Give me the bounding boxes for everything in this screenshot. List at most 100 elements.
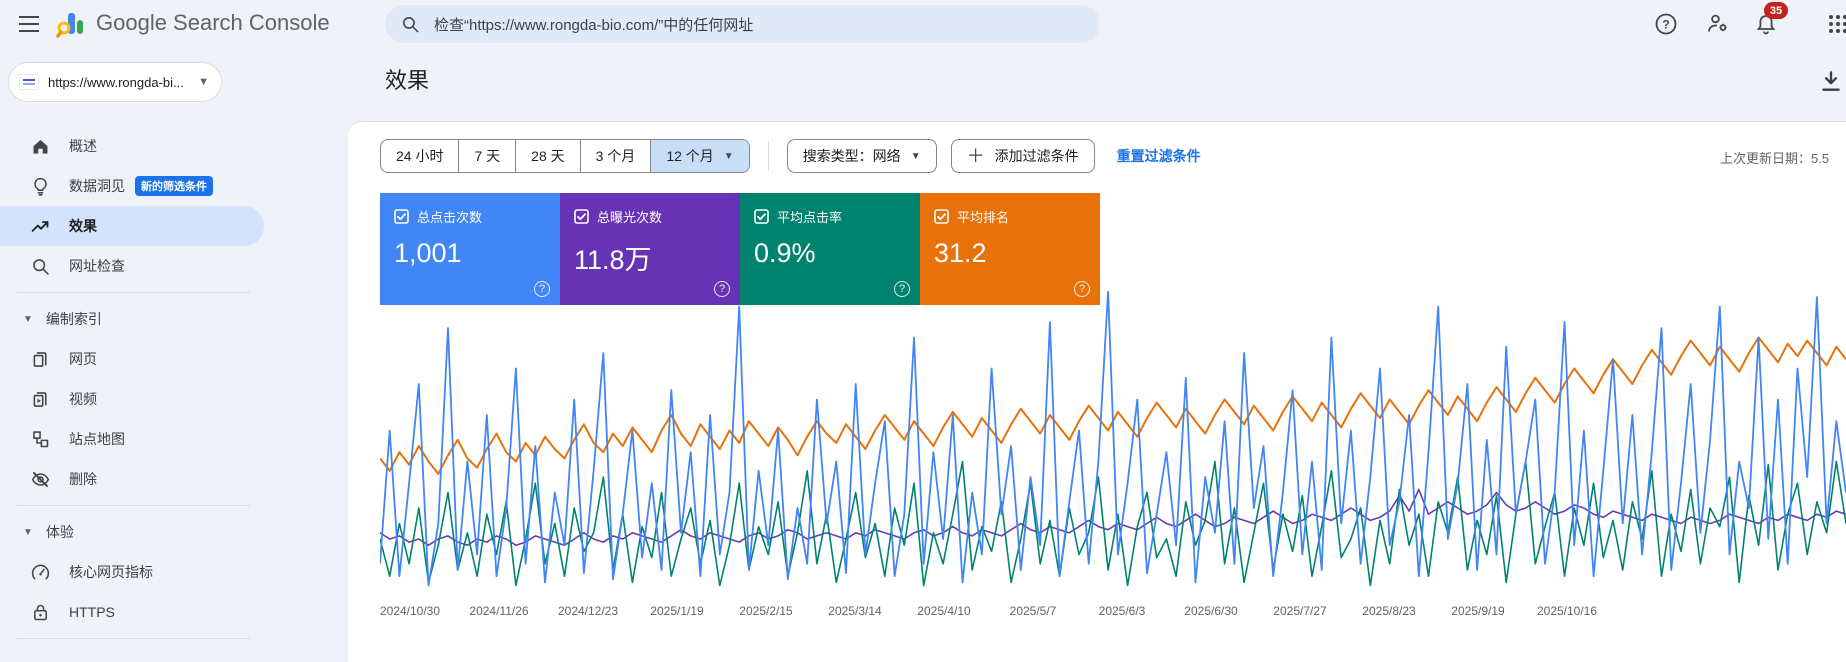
home-icon	[28, 136, 52, 157]
property-selector[interactable]: https://www.rongda-bi... ▼	[8, 62, 222, 102]
sidebar-section-label: 编制索引	[46, 309, 102, 329]
sidebar-item-label: 效果	[69, 216, 97, 236]
sidebar-item-网页[interactable]: 网页	[0, 339, 310, 379]
search-type-dropdown[interactable]: 搜索类型：网络 ▼	[787, 139, 937, 173]
sitemap-icon	[28, 429, 52, 450]
add-filter-button[interactable]: ＋ 添加过滤条件	[951, 139, 1095, 173]
date-range-segmented-control: 24 小时 7 天 28 天 3 个月 12 个月 ▼	[380, 139, 750, 173]
x-axis-label: 2025/10/16	[1537, 604, 1597, 618]
sidebar-item-label: 站点地图	[69, 429, 125, 449]
sidebar-item-站点地图[interactable]: 站点地图	[0, 419, 310, 459]
google-search-console-app: { "topbar": { "product_name": "Google Se…	[0, 0, 1846, 662]
caret-down-icon: ▼	[23, 527, 33, 538]
gauge-icon	[28, 562, 52, 583]
video-icon	[28, 389, 52, 410]
chevron-down-icon: ▼	[198, 76, 209, 88]
checked-checkbox-icon[interactable]	[574, 209, 589, 224]
x-axis-label: 2025/6/3	[1099, 604, 1146, 618]
x-axis-label: 2025/3/14	[828, 604, 881, 618]
search-placeholder: 检查“https://www.rongda-bio.com/”中的任何网址	[434, 14, 753, 35]
sidebar-section-label: 体验	[46, 522, 74, 542]
checked-checkbox-icon[interactable]	[934, 209, 949, 224]
performance-panel: 24 小时 7 天 28 天 3 个月 12 个月 ▼ 搜索类型：网络 ▼ ＋ 添加过滤条…	[348, 121, 1846, 662]
sidebar-section-5[interactable]: ▼ 编制索引	[0, 299, 310, 339]
sidebar-item-HTTPS[interactable]: HTTPS	[0, 592, 310, 632]
sidebar-item-概述[interactable]: 概述	[0, 126, 310, 166]
eye-off-icon	[28, 469, 52, 490]
x-axis-label: 2024/12/23	[558, 604, 618, 618]
x-axis-label: 2025/2/15	[739, 604, 792, 618]
checked-checkbox-icon[interactable]	[394, 209, 409, 224]
search-type-label: 搜索类型：网络	[803, 146, 901, 166]
x-axis-label: 2025/1/19	[650, 604, 703, 618]
sidebar-item-视频[interactable]: 视频	[0, 379, 310, 419]
chevron-down-icon: ▼	[724, 151, 734, 162]
metric-value: 0.9%	[754, 238, 906, 269]
notification-count-badge: 35	[1764, 2, 1788, 19]
metric-value: 31.2	[934, 238, 1086, 269]
chevron-down-icon: ▼	[911, 151, 921, 162]
caret-down-icon: ▼	[23, 314, 33, 325]
apps-grid-icon[interactable]	[1824, 10, 1846, 38]
plus-icon: ＋	[967, 147, 985, 165]
metric-cards: 总点击次数 1,001 ? 总曝光次数 11.8万 ? 平均点击率 0.9% ?…	[380, 193, 1100, 305]
reset-filters-link[interactable]: 重置过滤条件	[1117, 146, 1201, 166]
svg-text:?: ?	[1662, 18, 1669, 32]
search-icon	[401, 15, 420, 34]
x-axis-label: 2024/11/26	[469, 604, 528, 618]
url-inspect-search-input[interactable]: 检查“https://www.rongda-bio.com/”中的任何网址	[385, 5, 1100, 43]
menu-icon[interactable]	[16, 12, 42, 36]
lock-icon	[28, 602, 52, 623]
sidebar-item-label: 删除	[69, 469, 97, 489]
sidebar-divider	[17, 638, 250, 639]
date-range-28 天[interactable]: 28 天	[515, 140, 579, 172]
x-axis-label: 2025/8/23	[1362, 604, 1415, 618]
x-axis-label: 2025/7/27	[1273, 604, 1326, 618]
date-range-label: 7 天	[474, 146, 500, 166]
sidebar-item-label: 网页	[69, 349, 97, 369]
divider	[768, 141, 769, 171]
help-icon[interactable]: ?	[1652, 10, 1680, 38]
performance-chart	[380, 291, 1846, 601]
metric-card-平均排名[interactable]: 平均排名 31.2 ?	[920, 193, 1100, 305]
metric-card-总曝光次数[interactable]: 总曝光次数 11.8万 ?	[560, 193, 740, 305]
metric-value: 1,001	[394, 238, 546, 269]
sidebar: https://www.rongda-bi... ▼ 概述数据洞见新的筛选条件效…	[0, 48, 310, 662]
property-favicon	[19, 74, 39, 90]
magnifier-icon	[28, 256, 52, 277]
sidebar-item-label: 网址检查	[69, 256, 125, 276]
date-range-12 个月[interactable]: 12 个月 ▼	[650, 140, 748, 172]
date-range-24 小时[interactable]: 24 小时	[381, 140, 458, 172]
checked-checkbox-icon[interactable]	[754, 209, 769, 224]
x-axis-label: 2025/4/10	[917, 604, 970, 618]
metric-label: 总点击次数	[417, 207, 482, 226]
date-range-label: 28 天	[531, 146, 564, 166]
export-download-icon[interactable]	[1818, 68, 1844, 94]
x-axis-label: 2025/6/30	[1184, 604, 1237, 618]
user-settings-icon[interactable]	[1704, 10, 1732, 38]
pages-icon	[28, 349, 52, 370]
sidebar-item-核心网页指标[interactable]: 核心网页指标	[0, 552, 310, 592]
date-range-3 个月[interactable]: 3 个月	[580, 140, 651, 172]
sidebar-item-网址检查[interactable]: 网址检查	[0, 246, 310, 286]
new-filters-badge: 新的筛选条件	[135, 176, 213, 196]
sidebar-item-数据洞见[interactable]: 数据洞见新的筛选条件	[0, 166, 310, 206]
sidebar-section-11[interactable]: ▼ 体验	[0, 512, 310, 552]
sidebar-item-label: HTTPS	[69, 604, 115, 620]
x-axis-label: 2025/9/19	[1451, 604, 1504, 618]
sidebar-item-label: 数据洞见	[69, 176, 125, 196]
search-console-logo-icon	[56, 9, 86, 39]
last-updated-text: 上次更新日期：5.5	[1720, 148, 1829, 167]
metric-label: 平均排名	[957, 207, 1009, 226]
sidebar-nav: 概述数据洞见新的筛选条件效果网址检查▼编制索引网页视频站点地图删除▼体验核心网页…	[0, 126, 310, 639]
sidebar-item-label: 视频	[69, 389, 97, 409]
page-title: 效果	[385, 63, 429, 95]
sidebar-item-效果[interactable]: 效果	[0, 206, 264, 246]
date-range-label: 12 个月	[666, 146, 713, 166]
metric-card-总点击次数[interactable]: 总点击次数 1,001 ?	[380, 193, 560, 305]
x-axis-label: 2024/10/30	[380, 604, 440, 618]
x-axis-labels: 2024/10/30 2024/11/26 2024/12/23 2025/1/19 2…	[348, 604, 1846, 624]
date-range-7 天[interactable]: 7 天	[458, 140, 515, 172]
sidebar-item-删除[interactable]: 删除	[0, 459, 310, 499]
metric-card-平均点击率[interactable]: 平均点击率 0.9% ?	[740, 193, 920, 305]
